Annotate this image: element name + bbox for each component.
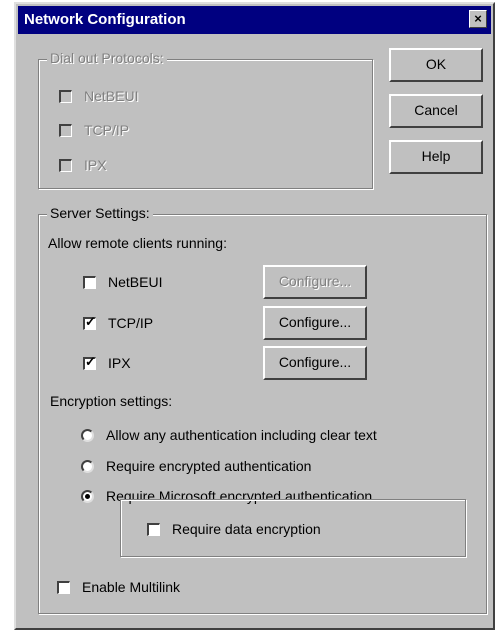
data-encryption-row: Require data encryption bbox=[147, 521, 321, 537]
check-icon: ✓ bbox=[85, 313, 96, 329]
ok-button-label: OK bbox=[425, 56, 447, 72]
dial-out-netbeui-label: NetBEUI bbox=[84, 88, 139, 104]
help-button-label: Help bbox=[421, 148, 451, 164]
multilink-row: Enable Multilink bbox=[57, 579, 180, 595]
close-button[interactable]: × bbox=[469, 10, 487, 28]
dial-out-ipx-checkbox[interactable] bbox=[59, 158, 72, 172]
close-icon: × bbox=[474, 11, 482, 26]
dial-out-tcpip-label: TCP/IP bbox=[84, 122, 130, 138]
configure-tcpip-button[interactable]: Configure... bbox=[263, 306, 367, 340]
configure-tcpip-label: Configure... bbox=[278, 314, 352, 330]
encryption-microsoft-radio[interactable] bbox=[81, 489, 94, 503]
configure-ipx-button[interactable]: Configure... bbox=[263, 346, 367, 380]
encryption-encrypted-radio[interactable] bbox=[81, 459, 94, 473]
dial-out-tcpip-row: TCP/IP bbox=[59, 122, 129, 138]
title-bar[interactable]: Network Configuration × bbox=[18, 6, 491, 34]
dial-out-ipx-row: IPX bbox=[59, 157, 107, 173]
cancel-button-label: Cancel bbox=[414, 102, 458, 118]
encryption-clear-text-radio[interactable] bbox=[81, 428, 94, 442]
server-netbeui-checkbox[interactable] bbox=[83, 275, 96, 289]
encryption-settings-label: Encryption settings: bbox=[50, 393, 173, 409]
dial-out-protocols-group: Dial out Protocols: NetBEUI TCP/IP IPX bbox=[38, 50, 373, 189]
multilink-checkbox[interactable] bbox=[57, 580, 70, 594]
network-configuration-dialog: Network Configuration × Dial out Protoco… bbox=[14, 2, 495, 630]
data-encryption-checkbox[interactable] bbox=[147, 522, 160, 536]
server-tcpip-row: ✓ TCP/IP bbox=[83, 315, 153, 331]
dial-out-protocols-legend: Dial out Protocols: bbox=[47, 50, 167, 66]
dial-out-ipx-label: IPX bbox=[84, 157, 107, 173]
ok-button[interactable]: OK bbox=[389, 48, 483, 82]
encryption-option-clear-text[interactable]: Allow any authentication including clear… bbox=[81, 427, 377, 443]
server-ipx-checkbox[interactable]: ✓ bbox=[83, 353, 96, 370]
dial-out-netbeui-row: NetBEUI bbox=[59, 88, 138, 104]
dialog-title: Network Configuration bbox=[24, 11, 186, 28]
help-button[interactable]: Help bbox=[389, 140, 483, 174]
configure-netbeui-label: Configure... bbox=[278, 273, 352, 289]
cancel-button[interactable]: Cancel bbox=[389, 94, 483, 128]
server-netbeui-row: NetBEUI bbox=[83, 274, 162, 290]
server-settings-group: Server Settings: Allow remote clients ru… bbox=[38, 205, 487, 614]
multilink-label: Enable Multilink bbox=[82, 579, 181, 595]
data-encryption-label: Require data encryption bbox=[172, 521, 321, 537]
dial-out-netbeui-checkbox[interactable] bbox=[59, 89, 72, 103]
encryption-encrypted-label: Require encrypted authentication bbox=[106, 458, 312, 474]
data-encryption-group: Require data encryption bbox=[120, 499, 466, 557]
allow-remote-clients-label: Allow remote clients running: bbox=[48, 235, 227, 251]
encryption-option-encrypted[interactable]: Require encrypted authentication bbox=[81, 458, 311, 474]
encryption-clear-text-label: Allow any authentication including clear… bbox=[106, 427, 377, 443]
server-tcpip-label: TCP/IP bbox=[108, 315, 154, 331]
server-ipx-label: IPX bbox=[108, 355, 131, 371]
check-icon: ✓ bbox=[85, 353, 96, 369]
radio-selected-dot bbox=[85, 493, 90, 499]
configure-netbeui-button[interactable]: Configure... bbox=[263, 265, 367, 299]
dial-out-tcpip-checkbox[interactable] bbox=[59, 123, 72, 137]
server-ipx-row: ✓ IPX bbox=[83, 355, 131, 371]
server-settings-legend: Server Settings: bbox=[47, 205, 153, 221]
configure-ipx-label: Configure... bbox=[278, 354, 352, 370]
server-tcpip-checkbox[interactable]: ✓ bbox=[83, 313, 96, 330]
server-netbeui-label: NetBEUI bbox=[108, 274, 163, 290]
